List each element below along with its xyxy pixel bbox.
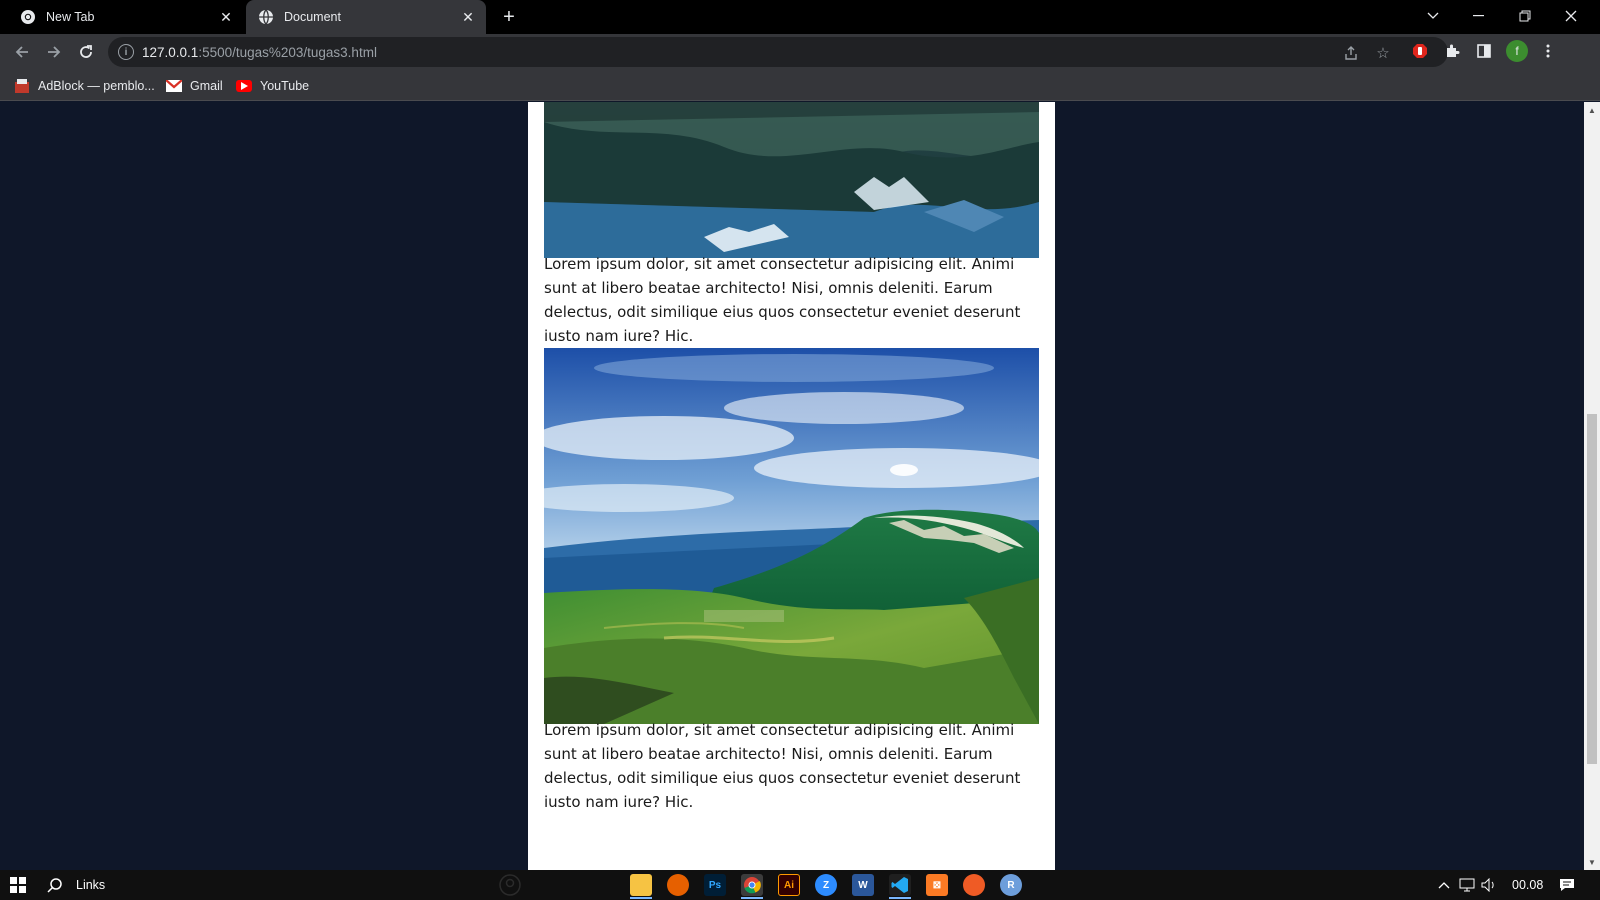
- firefox-icon[interactable]: [667, 874, 689, 896]
- cortana-icon[interactable]: [498, 874, 522, 896]
- tab-title: Document: [284, 10, 341, 24]
- taskbar-search-label[interactable]: Links: [76, 874, 105, 896]
- tab-title: New Tab: [46, 10, 95, 24]
- vscode-icon[interactable]: [889, 874, 911, 899]
- minimize-icon[interactable]: [1456, 0, 1502, 32]
- adblock-extension-icon[interactable]: [1410, 41, 1430, 61]
- green-valley-image: [544, 348, 1039, 724]
- puzzle-icon[interactable]: [1442, 41, 1462, 61]
- scroll-up-icon[interactable]: ▲: [1584, 102, 1600, 118]
- globe-icon: [258, 9, 274, 25]
- back-icon[interactable]: [8, 38, 36, 66]
- scroll-thumb[interactable]: [1587, 414, 1597, 764]
- chrome-icon: [20, 9, 36, 25]
- illustrator-icon[interactable]: Ai: [778, 874, 800, 896]
- zoom-icon[interactable]: Z: [815, 874, 837, 896]
- address-url: 127.0.0.1:5500/tugas%203/tugas3.html: [142, 44, 377, 60]
- clock[interactable]: 00.08: [1512, 874, 1543, 896]
- address-bar[interactable]: i 127.0.0.1:5500/tugas%203/tugas3.html ☆: [108, 37, 1448, 67]
- info-icon[interactable]: i: [118, 44, 134, 60]
- page-scrollbar[interactable]: ▲ ▼: [1584, 102, 1600, 870]
- chrome-icon[interactable]: [741, 874, 763, 899]
- side-panel-icon[interactable]: [1474, 41, 1494, 61]
- bookmark-label: Gmail: [190, 79, 223, 93]
- close-icon[interactable]: [1548, 0, 1594, 32]
- windows-taskbar: Links Ps Ai Z W ⊠ R 00.08: [0, 870, 1600, 900]
- windows-start-icon[interactable]: [8, 874, 28, 896]
- bookmark-gmail[interactable]: Gmail: [166, 76, 223, 96]
- share-icon[interactable]: [1342, 44, 1360, 62]
- scroll-down-icon[interactable]: ▼: [1584, 854, 1600, 870]
- tab-strip: New Tab ✕ Document ✕ +: [0, 0, 1600, 34]
- star-icon[interactable]: ☆: [1374, 44, 1392, 62]
- bookmark-adblock[interactable]: AdBlock — pemblo...: [14, 76, 155, 96]
- photoshop-icon[interactable]: Ps: [704, 874, 726, 896]
- content-container: Lorem ipsum dolor, sit amet consectetur …: [528, 102, 1055, 870]
- close-icon[interactable]: ✕: [216, 7, 236, 27]
- page-viewport: Lorem ipsum dolor, sit amet consectetur …: [0, 102, 1584, 870]
- restore-icon[interactable]: [1502, 0, 1548, 32]
- bookmark-label: YouTube: [260, 79, 310, 93]
- notifications-icon[interactable]: [1558, 874, 1576, 896]
- xampp-icon[interactable]: ⊠: [926, 874, 948, 896]
- tab-document[interactable]: Document ✕: [246, 0, 486, 34]
- search-icon[interactable]: [46, 874, 64, 896]
- bookmarks-bar: AdBlock — pemblo... Gmail YouTube: [0, 70, 1600, 101]
- volume-icon[interactable]: [1480, 874, 1498, 896]
- chevron-up-icon[interactable]: [1436, 874, 1452, 896]
- plus-icon[interactable]: +: [498, 6, 520, 28]
- forward-icon[interactable]: [40, 38, 68, 66]
- paragraph-1: Lorem ipsum dolor, sit amet consectetur …: [544, 255, 1021, 345]
- bookmark-youtube[interactable]: YouTube: [236, 76, 309, 96]
- network-icon[interactable]: [1458, 874, 1476, 896]
- more-menu-icon[interactable]: [1538, 41, 1558, 61]
- postman-icon[interactable]: [963, 874, 985, 896]
- browser-toolbar: i 127.0.0.1:5500/tugas%203/tugas3.html ☆…: [0, 34, 1600, 70]
- word-icon[interactable]: W: [852, 874, 874, 896]
- bookmark-label: AdBlock — pemblo...: [38, 79, 155, 93]
- tab-new-tab[interactable]: New Tab ✕: [8, 0, 244, 34]
- profile-initial: f: [1515, 44, 1519, 58]
- chevron-down-icon[interactable]: [1410, 0, 1456, 32]
- mountain-lake-image: [544, 102, 1039, 258]
- file-explorer-icon[interactable]: [630, 874, 652, 899]
- reload-icon[interactable]: [72, 38, 100, 66]
- paragraph-2: Lorem ipsum dolor, sit amet consectetur …: [544, 721, 1021, 811]
- close-icon[interactable]: ✕: [458, 7, 478, 27]
- youtube-icon: [236, 80, 252, 92]
- gmail-icon: [166, 78, 182, 94]
- app-r-icon[interactable]: R: [1000, 874, 1022, 896]
- adblock-icon: [14, 78, 30, 94]
- profile-avatar[interactable]: f: [1506, 40, 1528, 62]
